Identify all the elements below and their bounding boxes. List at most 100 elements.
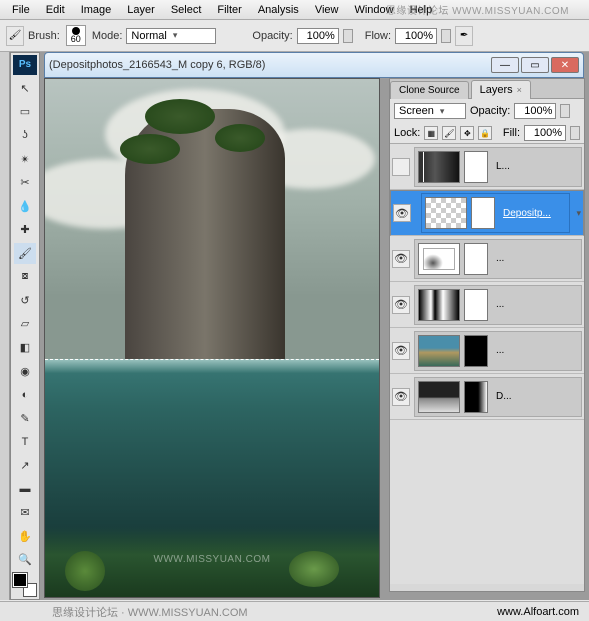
toolbox: Ps ↖ ▭ ʖ ✴ ✂ 💧 ✚ 🖌 ⧇ ↺ ▱ ◧ ◉ ◐ ✎ T ↗ ▬ ✉… bbox=[10, 52, 40, 600]
fill-arrow-icon[interactable] bbox=[570, 126, 580, 140]
layer-list: L... 👁 Depositp... 👁 ... 👁 ... 👁 ... 👁 D… bbox=[390, 144, 584, 584]
flow-input[interactable]: 100% bbox=[395, 28, 437, 44]
eraser-tool-icon[interactable]: ▱ bbox=[14, 313, 36, 335]
mode-select[interactable]: Normal bbox=[126, 28, 216, 44]
flow-label: Flow: bbox=[365, 30, 391, 42]
eyedropper-tool-icon[interactable]: 💧 bbox=[14, 195, 36, 217]
dock-strip bbox=[0, 52, 10, 600]
crop-tool-icon[interactable]: ✂ bbox=[14, 172, 36, 194]
tab-clone-source[interactable]: Clone Source bbox=[390, 81, 469, 99]
menu-analysis[interactable]: Analysis bbox=[250, 2, 307, 18]
layer-thumb[interactable] bbox=[418, 243, 460, 275]
wand-tool-icon[interactable]: ✴ bbox=[14, 148, 36, 170]
layer-mask-thumb[interactable] bbox=[464, 381, 488, 413]
visibility-toggle-icon[interactable] bbox=[392, 158, 410, 176]
visibility-toggle-icon[interactable]: 👁 bbox=[393, 204, 411, 222]
brush-tool-icon[interactable]: 🖌 bbox=[14, 243, 36, 265]
zoom-tool-icon[interactable]: 🔍 bbox=[14, 549, 36, 571]
footer-bar: 思缘设计论坛 · WWW.MISSYUAN.COM www.Alfoart.co… bbox=[0, 601, 589, 621]
mode-label: Mode: bbox=[92, 30, 123, 42]
layer-mask-thumb[interactable] bbox=[471, 197, 495, 229]
airbrush-toggle-icon[interactable]: ✒ bbox=[455, 26, 473, 46]
watermark-top: 思缘设计论坛 WWW.MISSYUAN.COM bbox=[386, 2, 569, 17]
canvas[interactable]: WWW.MISSYUAN.COM bbox=[44, 78, 380, 598]
flow-flyout-icon[interactable] bbox=[441, 29, 451, 43]
lock-trans-icon[interactable]: ▦ bbox=[424, 126, 438, 140]
layer-mask-thumb[interactable] bbox=[464, 335, 488, 367]
type-tool-icon[interactable]: T bbox=[14, 431, 36, 453]
lock-pos-icon[interactable]: ✥ bbox=[460, 126, 474, 140]
blend-mode-select[interactable]: Screen bbox=[394, 103, 466, 119]
layer-row[interactable]: L... bbox=[390, 144, 584, 190]
gradient-tool-icon[interactable]: ◧ bbox=[14, 337, 36, 359]
options-bar: 🖌 Brush: 60 Mode: Normal Opacity: 100% F… bbox=[0, 20, 589, 52]
menu-filter[interactable]: Filter bbox=[209, 2, 249, 18]
layer-thumb[interactable] bbox=[418, 381, 460, 413]
menu-file[interactable]: File bbox=[4, 2, 38, 18]
lasso-tool-icon[interactable]: ʖ bbox=[14, 125, 36, 147]
opacity-flyout-icon[interactable] bbox=[343, 29, 353, 43]
color-swatches[interactable] bbox=[13, 573, 37, 596]
close-icon[interactable]: × bbox=[517, 85, 522, 95]
opacity-input[interactable]: 100% bbox=[297, 28, 339, 44]
menu-select[interactable]: Select bbox=[163, 2, 210, 18]
close-button[interactable]: ✕ bbox=[551, 57, 579, 73]
layer-name: L... bbox=[496, 161, 510, 172]
menu-layer[interactable]: Layer bbox=[119, 2, 163, 18]
layer-mask-thumb[interactable] bbox=[464, 243, 488, 275]
layer-name: Depositp... bbox=[503, 208, 551, 219]
tab-layers[interactable]: Layers× bbox=[471, 80, 531, 99]
layer-row[interactable]: 👁 Depositp... bbox=[390, 190, 584, 236]
brush-label: Brush: bbox=[28, 30, 60, 42]
stamp-tool-icon[interactable]: ⧇ bbox=[14, 266, 36, 288]
opacity-arrow-icon[interactable] bbox=[560, 104, 570, 118]
layer-row[interactable]: 👁 ... bbox=[390, 282, 584, 328]
selection-marquee bbox=[45, 359, 379, 439]
layer-row[interactable]: 👁 D... bbox=[390, 374, 584, 420]
hand-tool-icon[interactable]: ✋ bbox=[14, 525, 36, 547]
blur-tool-icon[interactable]: ◉ bbox=[14, 360, 36, 382]
footer-watermark: 思缘设计论坛 · WWW.MISSYUAN.COM bbox=[52, 604, 248, 620]
brush-size-value: 60 bbox=[71, 35, 81, 44]
layer-name: ... bbox=[496, 253, 504, 264]
history-brush-tool-icon[interactable]: ↺ bbox=[14, 290, 36, 312]
layer-mask-thumb[interactable] bbox=[464, 151, 488, 183]
lock-pixels-icon[interactable]: 🖌 bbox=[442, 126, 456, 140]
layer-thumb[interactable] bbox=[418, 151, 460, 183]
healing-tool-icon[interactable]: ✚ bbox=[14, 219, 36, 241]
pen-tool-icon[interactable]: ✎ bbox=[14, 407, 36, 429]
layer-row[interactable]: 👁 ... bbox=[390, 236, 584, 282]
menu-image[interactable]: Image bbox=[73, 2, 120, 18]
visibility-toggle-icon[interactable]: 👁 bbox=[392, 342, 410, 360]
layer-thumb[interactable] bbox=[418, 335, 460, 367]
maximize-button[interactable]: ▭ bbox=[521, 57, 549, 73]
layer-thumb[interactable] bbox=[425, 197, 467, 229]
menu-view[interactable]: View bbox=[307, 2, 347, 18]
layer-mask-thumb[interactable] bbox=[464, 289, 488, 321]
brush-preset-picker[interactable]: 60 bbox=[66, 25, 86, 46]
dodge-tool-icon[interactable]: ◐ bbox=[14, 384, 36, 406]
layer-name: ... bbox=[496, 299, 504, 310]
fg-color-icon[interactable] bbox=[13, 573, 27, 587]
menu-edit[interactable]: Edit bbox=[38, 2, 73, 18]
layer-opacity-input[interactable]: 100% bbox=[514, 103, 556, 119]
marquee-tool-icon[interactable]: ▭ bbox=[14, 101, 36, 123]
visibility-toggle-icon[interactable]: 👁 bbox=[392, 250, 410, 268]
layer-thumb[interactable] bbox=[418, 289, 460, 321]
lock-label: Lock: bbox=[394, 127, 420, 139]
fill-input[interactable]: 100% bbox=[524, 125, 566, 141]
visibility-toggle-icon[interactable]: 👁 bbox=[392, 296, 410, 314]
layer-opacity-label: Opacity: bbox=[470, 105, 510, 117]
path-tool-icon[interactable]: ↗ bbox=[14, 455, 36, 477]
shape-tool-icon[interactable]: ▬ bbox=[14, 478, 36, 500]
tool-preset-icon[interactable]: 🖌 bbox=[6, 26, 24, 46]
layer-row[interactable]: 👁 ... bbox=[390, 328, 584, 374]
minimize-button[interactable]: — bbox=[491, 57, 519, 73]
move-tool-icon[interactable]: ↖ bbox=[14, 78, 36, 100]
document-titlebar[interactable]: (Depositphotos_2166543_M copy 6, RGB/8) … bbox=[44, 52, 584, 78]
visibility-toggle-icon[interactable]: 👁 bbox=[392, 388, 410, 406]
notes-tool-icon[interactable]: ✉ bbox=[14, 502, 36, 524]
opacity-label: Opacity: bbox=[252, 30, 292, 42]
lock-all-icon[interactable]: 🔒 bbox=[478, 126, 492, 140]
footer-credit: www.Alfoart.com bbox=[497, 606, 579, 618]
